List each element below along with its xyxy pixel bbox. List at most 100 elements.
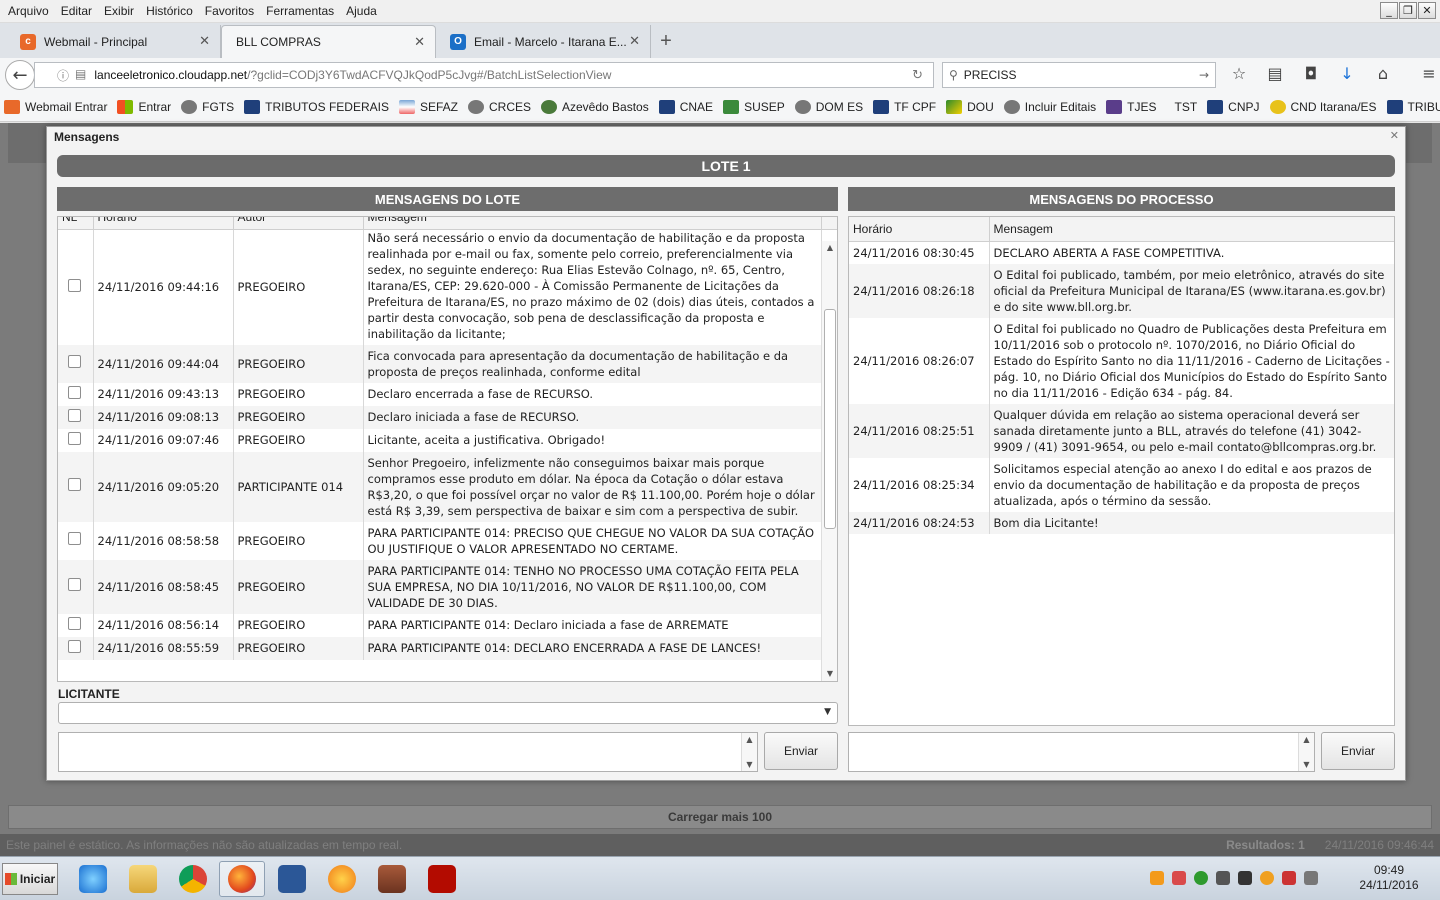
row-checkbox[interactable]: [68, 278, 81, 292]
bookmark-susep[interactable]: SUSEP: [723, 99, 785, 114]
new-tab-icon[interactable]: +: [651, 25, 681, 58]
bookmark-dom-es[interactable]: DOM ES: [794, 99, 863, 114]
lote-scrollbar[interactable]: ▲ ▼: [821, 241, 837, 681]
info-icon[interactable]: ⓘ: [57, 67, 69, 84]
bookmark-cnpj[interactable]: CNPJ: [1207, 99, 1260, 114]
column-autor[interactable]: Autor: [233, 217, 364, 230]
bookmark-dou[interactable]: DOU: [946, 99, 994, 114]
row-checkbox[interactable]: [68, 532, 81, 545]
bookmark-entrar[interactable]: Entrar: [117, 99, 171, 114]
table-row[interactable]: 24/11/2016 08:30:45 DECLARO ABERTA A FASE…: [849, 241, 1394, 264]
back-arrow-icon[interactable]: ←: [5, 60, 35, 90]
table-row[interactable]: 24/11/2016 09:44:04 PREGOEIRO Fica convoca…: [58, 344, 837, 383]
table-row[interactable]: 24/11/2016 08:25:51 Qualquer dúvida em re…: [849, 403, 1394, 458]
column-nl[interactable]: NL: [58, 217, 94, 230]
row-checkbox[interactable]: [68, 408, 81, 422]
table-row[interactable]: 24/11/2016 09:44:16 PREGOEIRO Não será nec…: [58, 229, 837, 345]
bookmark-tributos-federais[interactable]: TRIBUTOS FEDERAIS: [244, 99, 389, 114]
scroll-up-icon[interactable]: ▲: [822, 241, 837, 255]
row-checkbox[interactable]: [68, 616, 81, 630]
table-row[interactable]: 24/11/2016 08:55:59 PREGOEIRO PARA PARTICI…: [58, 636, 837, 660]
chrome-icon[interactable]: [170, 861, 216, 897]
tab-email[interactable]: O Email - Marcelo - Itarana E... ✕: [436, 25, 651, 58]
bookmark-tf-cpf[interactable]: TF CPF: [873, 99, 936, 114]
close-window-icon[interactable]: ✕: [1418, 2, 1436, 19]
bookmark-tributo-federal[interactable]: TRIBUTO FEDERAL: [1386, 99, 1440, 114]
row-checkbox[interactable]: [68, 431, 81, 445]
table-row[interactable]: 24/11/2016 08:58:45 PREGOEIRO PARA PARTICI…: [58, 559, 837, 614]
processo-send-button[interactable]: Enviar: [1321, 732, 1395, 770]
explorer-icon[interactable]: [120, 861, 166, 897]
volume-icon[interactable]: [1216, 871, 1230, 885]
close-tab-icon[interactable]: ✕: [629, 34, 640, 49]
table-row[interactable]: 24/11/2016 08:25:34 Solicitamos especial …: [849, 457, 1394, 512]
column-mensagem[interactable]: Mensagem: [363, 217, 822, 230]
menu-icon[interactable]: ≡: [1418, 64, 1440, 83]
row-checkbox[interactable]: [68, 639, 81, 653]
menu-exibir[interactable]: Exibir: [98, 4, 140, 18]
table-row[interactable]: 24/11/2016 09:08:13 PREGOEIRO Declaro inic…: [58, 405, 837, 429]
bookmark-star-icon[interactable]: ☆: [1228, 64, 1250, 83]
pocket-icon[interactable]: ◘: [1300, 64, 1322, 83]
bookmark-crces[interactable]: CRCES: [467, 99, 531, 114]
table-row[interactable]: 24/11/2016 09:05:20 PARTICIPANTE 014 Senho…: [58, 451, 837, 522]
tray-flag-icon[interactable]: [1172, 871, 1186, 885]
reading-list-icon[interactable]: ▤: [1264, 64, 1286, 83]
network-icon[interactable]: [1304, 871, 1318, 885]
input-scrollbar[interactable]: ▲ ▼: [741, 733, 757, 771]
row-checkbox[interactable]: [68, 385, 81, 399]
tab-webmail[interactable]: c Webmail - Principal ✕: [6, 25, 221, 58]
reload-icon[interactable]: ↻: [912, 68, 923, 83]
processo-message-input[interactable]: ▲ ▼: [848, 732, 1315, 772]
column-horario[interactable]: Horário: [849, 217, 990, 242]
restore-icon[interactable]: ❐: [1399, 2, 1417, 19]
row-checkbox[interactable]: [68, 478, 81, 491]
scroll-thumb[interactable]: [824, 309, 836, 529]
close-tab-icon[interactable]: ✕: [414, 35, 425, 50]
search-go-icon[interactable]: →: [1199, 68, 1209, 82]
bookmark-fgts[interactable]: FGTS: [181, 99, 234, 114]
lote-send-button[interactable]: Enviar: [764, 732, 838, 770]
tray-avast-icon[interactable]: [1260, 871, 1274, 885]
bookmark-azevedo-bastos[interactable]: Azevêdo Bastos: [541, 99, 649, 114]
row-checkbox[interactable]: [68, 578, 81, 591]
scroll-up-icon[interactable]: ▲: [1299, 735, 1314, 744]
scroll-down-icon[interactable]: ▼: [822, 667, 837, 681]
search-input[interactable]: ⚲ PRECISS →: [942, 62, 1216, 88]
menu-editar[interactable]: Editar: [55, 4, 98, 18]
start-button[interactable]: Iniciar: [2, 863, 58, 895]
bookmark-cnd-itarana[interactable]: CND Itarana/ES: [1269, 99, 1377, 114]
ie-icon[interactable]: [70, 861, 116, 897]
home-icon[interactable]: ⌂: [1372, 64, 1394, 83]
handshake-app-icon[interactable]: [369, 861, 415, 897]
address-bar[interactable]: ⓘ ▤ lanceeletronico.cloudapp.net/?gclid=…: [34, 62, 934, 88]
row-checkbox[interactable]: [68, 355, 81, 368]
table-row[interactable]: 24/11/2016 08:58:58 PREGOEIRO PARA PARTICI…: [58, 521, 837, 560]
scroll-up-icon[interactable]: ▲: [742, 735, 757, 744]
close-tab-icon[interactable]: ✕: [199, 34, 210, 49]
menu-ajuda[interactable]: Ajuda: [340, 4, 383, 18]
scroll-down-icon[interactable]: ▼: [742, 760, 757, 769]
bookmark-webmail-entrar[interactable]: Webmail Entrar: [4, 99, 107, 114]
table-row[interactable]: 24/11/2016 08:56:14 PREGOEIRO PARA PARTICI…: [58, 613, 837, 637]
bookmark-incluir-editais[interactable]: Incluir Editais: [1003, 99, 1096, 114]
menu-ferramentas[interactable]: Ferramentas: [260, 4, 340, 18]
close-icon[interactable]: ✕: [1390, 129, 1399, 142]
firefox-icon[interactable]: [219, 861, 265, 897]
minimize-icon[interactable]: _: [1380, 2, 1398, 19]
word-icon[interactable]: [269, 861, 315, 897]
table-row[interactable]: 24/11/2016 08:26:07 O Edital foi publicad…: [849, 317, 1394, 404]
bookmark-tjes[interactable]: TJES: [1106, 99, 1156, 114]
bookmark-tst[interactable]: TST: [1174, 100, 1197, 114]
table-row[interactable]: 24/11/2016 09:07:46 PREGOEIRO Licitante, a…: [58, 428, 837, 452]
load-more-button[interactable]: Carregar mais 100: [8, 805, 1432, 829]
table-row[interactable]: 24/11/2016 09:43:13 PREGOEIRO Declaro ence…: [58, 382, 837, 406]
bookmark-sefaz[interactable]: SEFAZ: [398, 99, 458, 114]
tray-flame-icon[interactable]: [1150, 871, 1164, 885]
bookmark-cnae[interactable]: CNAE: [658, 99, 713, 114]
column-horario[interactable]: Horário: [93, 217, 234, 230]
tray-mute-icon[interactable]: [1282, 871, 1296, 885]
table-row[interactable]: 24/11/2016 08:26:18 O Edital foi publicad…: [849, 263, 1394, 318]
clock[interactable]: 09:49 24/11/2016: [1344, 863, 1434, 893]
column-mensagem[interactable]: Mensagem: [989, 217, 1394, 242]
